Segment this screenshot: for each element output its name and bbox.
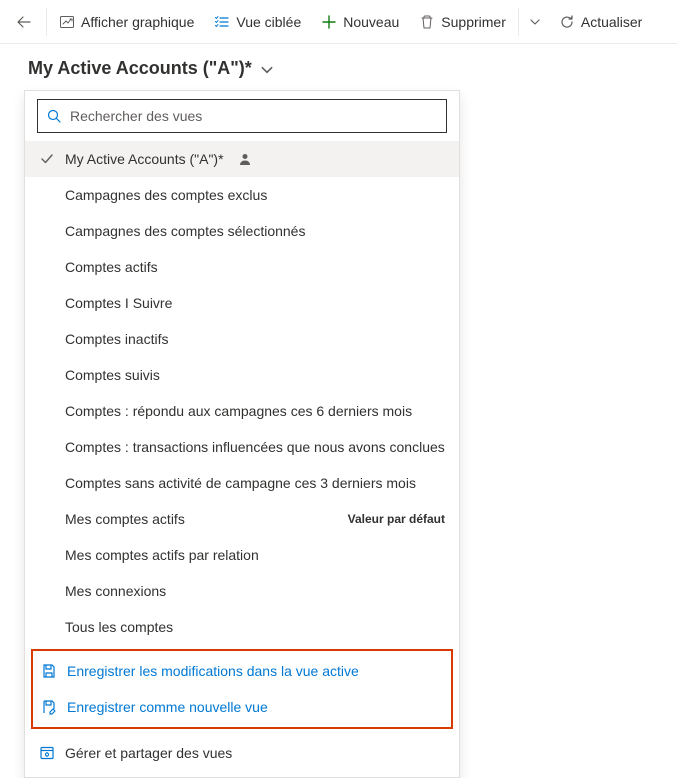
view-item[interactable]: Comptes inactifs — [25, 321, 459, 357]
view-item-label: Comptes suivis — [65, 367, 160, 383]
view-item[interactable]: Comptes sans activité de campagne ces 3 … — [25, 465, 459, 501]
view-title: My Active Accounts ("A")* — [28, 58, 252, 79]
view-item[interactable]: Comptes I Suivre — [25, 285, 459, 321]
chart-icon — [59, 14, 75, 30]
save-as-new-view[interactable]: Enregistrer comme nouvelle vue — [33, 689, 451, 725]
new-button[interactable]: Nouveau — [311, 0, 409, 44]
check-icon — [39, 152, 55, 166]
chevron-down-icon — [260, 61, 274, 77]
person-icon — [238, 152, 252, 166]
view-item-label: Comptes sans activité de campagne ces 3 … — [65, 475, 416, 491]
refresh-label: Actualiser — [581, 14, 642, 30]
view-dropdown-panel: My Active Accounts ("A")* Campagnes des c… — [24, 90, 460, 778]
focused-view-button[interactable]: Vue ciblée — [204, 0, 311, 44]
save-actions-highlight: Enregistrer les modifications dans la vu… — [31, 649, 453, 729]
toolbar-separator — [46, 8, 47, 36]
new-label: Nouveau — [343, 14, 399, 30]
delete-more-button[interactable] — [521, 0, 549, 44]
refresh-icon — [559, 14, 575, 30]
list-check-icon — [214, 14, 230, 30]
manage-views[interactable]: Gérer et partager des vues — [25, 735, 459, 771]
view-item[interactable]: Comptes actifs — [25, 249, 459, 285]
view-item-label: Comptes actifs — [65, 259, 158, 275]
view-item-label: Comptes inactifs — [65, 331, 168, 347]
view-item[interactable]: Tous les comptes — [25, 609, 459, 645]
view-item[interactable]: Comptes suivis — [25, 357, 459, 393]
view-item[interactable]: Campagnes des comptes exclus — [25, 177, 459, 213]
save-current-view[interactable]: Enregistrer les modifications dans la vu… — [33, 653, 451, 689]
view-item-label: Comptes I Suivre — [65, 295, 172, 311]
view-item-label: Campagnes des comptes exclus — [65, 187, 267, 203]
trash-icon — [419, 14, 435, 30]
search-icon — [46, 108, 62, 124]
views-list: My Active Accounts ("A")* Campagnes des c… — [25, 141, 459, 645]
back-arrow-icon — [16, 14, 32, 30]
view-item-label: Mes connexions — [65, 583, 166, 599]
delete-label: Supprimer — [441, 14, 506, 30]
default-badge: Valeur par défaut — [348, 512, 445, 526]
search-input[interactable] — [70, 108, 438, 124]
view-item[interactable]: Comptes : transactions influencées que n… — [25, 429, 459, 465]
view-item-label: My Active Accounts ("A")* — [65, 151, 224, 167]
view-item-label: Campagnes des comptes sélectionnés — [65, 223, 305, 239]
toolbar-separator — [518, 8, 519, 36]
show-chart-label: Afficher graphique — [81, 14, 194, 30]
search-box[interactable] — [37, 99, 447, 133]
command-bar: Afficher graphique Vue ciblée Nouveau Su… — [0, 0, 677, 44]
plus-icon — [321, 14, 337, 30]
view-item[interactable]: My Active Accounts ("A")* — [25, 141, 459, 177]
delete-button[interactable]: Supprimer — [409, 0, 516, 44]
view-item-label: Tous les comptes — [65, 619, 173, 635]
view-item[interactable]: Campagnes des comptes sélectionnés — [25, 213, 459, 249]
focused-view-label: Vue ciblée — [236, 14, 301, 30]
save-icon — [41, 663, 57, 679]
view-item[interactable]: Mes comptes actifs Valeur par défaut — [25, 501, 459, 537]
view-item[interactable]: Mes comptes actifs par relation — [25, 537, 459, 573]
view-selector[interactable]: My Active Accounts ("A")* — [0, 44, 677, 87]
refresh-button[interactable]: Actualiser — [549, 0, 652, 44]
show-chart-button[interactable]: Afficher graphique — [49, 0, 204, 44]
view-item-label: Mes comptes actifs par relation — [65, 547, 259, 563]
view-item-label: Comptes : répondu aux campagnes ces 6 de… — [65, 403, 412, 419]
search-container — [25, 91, 459, 141]
save-current-label: Enregistrer les modifications dans la vu… — [67, 663, 359, 679]
chevron-down-icon — [529, 16, 541, 28]
view-item-label: Comptes : transactions influencées que n… — [65, 439, 445, 455]
manage-label: Gérer et partager des vues — [65, 745, 232, 761]
save-as-new-label: Enregistrer comme nouvelle vue — [67, 699, 268, 715]
view-item[interactable]: Mes connexions — [25, 573, 459, 609]
view-item-label: Mes comptes actifs — [65, 511, 185, 527]
save-as-icon — [41, 699, 57, 715]
manage-icon — [39, 745, 55, 761]
back-button[interactable] — [4, 0, 44, 44]
view-item[interactable]: Comptes : répondu aux campagnes ces 6 de… — [25, 393, 459, 429]
